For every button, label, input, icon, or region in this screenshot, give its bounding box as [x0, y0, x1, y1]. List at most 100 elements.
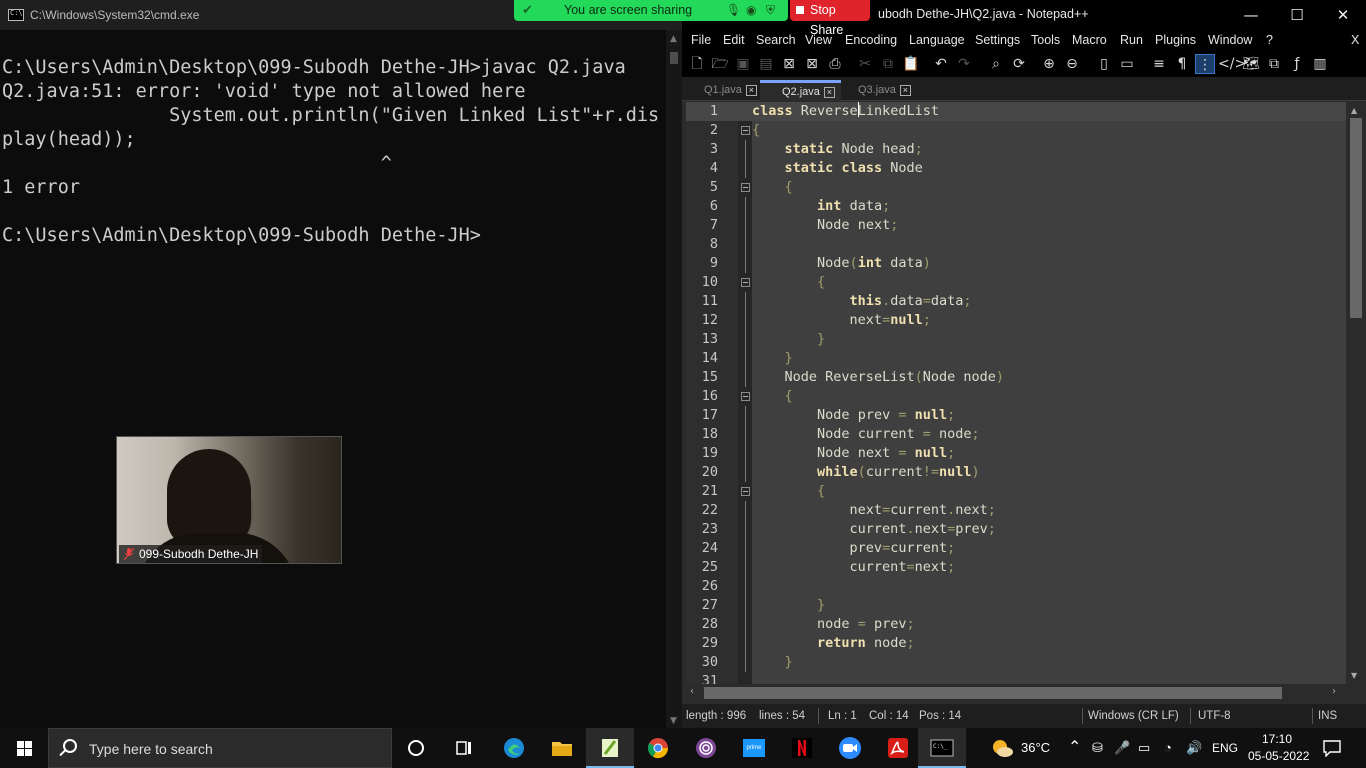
- weather-sun-icon[interactable]: [990, 737, 1014, 759]
- code-text[interactable]: Node next = null;: [752, 444, 955, 463]
- sync-vertical-icon[interactable]: ▯: [1094, 54, 1114, 74]
- taskbar-prime-video[interactable]: prime: [730, 728, 778, 768]
- code-line[interactable]: 24 prev=current;: [686, 539, 1346, 558]
- fold-marker[interactable]: [738, 349, 752, 368]
- code-text[interactable]: }: [752, 349, 793, 368]
- editor-vertical-scrollbar[interactable]: ▲ ▼: [1346, 102, 1366, 684]
- zoom-in-icon[interactable]: ⊕: [1039, 54, 1059, 74]
- code-line[interactable]: 12 next=null;: [686, 311, 1346, 330]
- fold-marker[interactable]: [738, 444, 752, 463]
- minimize-button[interactable]: —: [1228, 0, 1274, 31]
- fold-marker[interactable]: [738, 539, 752, 558]
- code-text[interactable]: prev=current;: [752, 539, 956, 558]
- code-line[interactable]: 6 int data;: [686, 197, 1346, 216]
- fold-marker[interactable]: [738, 178, 752, 197]
- close-file-icon[interactable]: ⊠: [779, 54, 799, 74]
- code-text[interactable]: this.data=data;: [752, 292, 972, 311]
- document-map-icon[interactable]: 🗺: [1241, 54, 1261, 74]
- mic-muted-icon[interactable]: 🎙: [726, 3, 741, 17]
- code-text[interactable]: return node;: [752, 634, 915, 653]
- code-text[interactable]: {: [752, 178, 793, 197]
- save-icon[interactable]: ▣: [733, 54, 753, 74]
- xml-tag-icon[interactable]: </>: [1218, 54, 1246, 74]
- print-icon[interactable]: ⎙: [825, 54, 845, 74]
- close-all-icon[interactable]: ⊠: [802, 54, 822, 74]
- code-text[interactable]: Node prev = null;: [752, 406, 955, 425]
- code-line[interactable]: 20 while(current!=null): [686, 463, 1346, 482]
- copy-icon[interactable]: ⧉: [878, 54, 898, 74]
- code-line[interactable]: 31: [686, 672, 1346, 684]
- fold-marker[interactable]: [738, 140, 752, 159]
- scroll-thumb[interactable]: [670, 52, 678, 64]
- zoom-out-icon[interactable]: ⊖: [1062, 54, 1082, 74]
- code-text[interactable]: int data;: [752, 197, 890, 216]
- weather-temperature[interactable]: 36°C: [1021, 740, 1050, 755]
- new-file-icon[interactable]: 🗋: [687, 54, 707, 74]
- fold-marker[interactable]: [738, 216, 752, 235]
- cmd-scrollbar[interactable]: ▲ ▼: [666, 30, 682, 728]
- taskbar-search-box[interactable]: Type here to search: [48, 728, 392, 768]
- taskbar-edge[interactable]: [490, 728, 538, 768]
- task-view-button[interactable]: [440, 728, 488, 768]
- taskbar-acrobat[interactable]: [874, 728, 922, 768]
- code-text[interactable]: {: [752, 273, 825, 292]
- code-text[interactable]: {: [752, 121, 760, 140]
- menu-settings[interactable]: Settings: [975, 33, 1020, 47]
- code-text[interactable]: next=null;: [752, 311, 931, 330]
- chevron-up-icon[interactable]: ⌃: [1068, 737, 1081, 757]
- code-line[interactable]: 2{: [686, 121, 1346, 140]
- menu-tools[interactable]: Tools: [1031, 33, 1060, 47]
- menu-run[interactable]: Run: [1120, 33, 1143, 47]
- fold-marker[interactable]: [738, 197, 752, 216]
- status-insert-mode[interactable]: INS: [1318, 710, 1337, 722]
- fold-marker[interactable]: [738, 558, 752, 577]
- code-line[interactable]: 29 return node;: [686, 634, 1346, 653]
- code-line[interactable]: 19 Node next = null;: [686, 444, 1346, 463]
- code-line[interactable]: 27 }: [686, 596, 1346, 615]
- fold-marker[interactable]: [738, 311, 752, 330]
- open-file-icon[interactable]: 🗁: [710, 54, 730, 74]
- show-all-chars-icon[interactable]: ¶: [1172, 54, 1192, 74]
- clock-date[interactable]: 05-05-2022: [1248, 749, 1309, 763]
- fold-marker[interactable]: [738, 102, 752, 121]
- code-line[interactable]: 16 {: [686, 387, 1346, 406]
- code-text[interactable]: next=current.next;: [752, 501, 996, 520]
- find-icon[interactable]: ⌕: [986, 54, 1006, 74]
- code-line[interactable]: 21 {: [686, 482, 1346, 501]
- code-line[interactable]: 4 static class Node: [686, 159, 1346, 178]
- code-text[interactable]: class ReverseLinkedList: [752, 102, 939, 121]
- taskbar-chrome[interactable]: [634, 728, 682, 768]
- taskbar-file-explorer[interactable]: [538, 728, 586, 768]
- sync-horizontal-icon[interactable]: ▭: [1117, 54, 1137, 74]
- editor-horizontal-scrollbar[interactable]: ‹ ›: [686, 684, 1346, 702]
- code-text[interactable]: Node ReverseList(Node node): [752, 368, 1005, 387]
- wifi-icon[interactable]: ◔: [1164, 740, 1172, 755]
- menu-plugins[interactable]: Plugins: [1155, 33, 1196, 47]
- clock-time[interactable]: 17:10: [1262, 732, 1292, 746]
- code-text[interactable]: {: [752, 387, 793, 406]
- scroll-up-arrow-icon[interactable]: ▲: [1351, 106, 1357, 115]
- code-text[interactable]: node = prev;: [752, 615, 915, 634]
- redo-icon[interactable]: ↷: [954, 54, 974, 74]
- cmd-window[interactable]: C:\Windows\System32\cmd.exe C:\Users\Adm…: [0, 0, 682, 728]
- code-text[interactable]: }: [752, 653, 793, 672]
- security-icon[interactable]: ⛨: [766, 3, 775, 18]
- network-drive-icon[interactable]: ⛁: [1092, 740, 1103, 756]
- code-text[interactable]: Node current = node;: [752, 425, 980, 444]
- video-tile[interactable]: 099-Subodh Dethe-JH: [116, 436, 342, 564]
- monitoring-icon[interactable]: ▥: [1310, 54, 1330, 74]
- code-line[interactable]: 14 }: [686, 349, 1346, 368]
- menu-search[interactable]: Search: [756, 33, 796, 47]
- maximize-button[interactable]: ☐: [1274, 0, 1320, 31]
- code-text[interactable]: Node next;: [752, 216, 898, 235]
- status-encoding[interactable]: UTF-8: [1198, 710, 1231, 722]
- fold-marker[interactable]: [738, 577, 752, 596]
- code-line[interactable]: 8: [686, 235, 1346, 254]
- taskbar-zoom[interactable]: [826, 728, 874, 768]
- indent-guide-icon[interactable]: ⋮: [1195, 54, 1215, 74]
- notifications-icon[interactable]: [1322, 739, 1342, 757]
- tab-q2[interactable]: Q2.java ×: [760, 80, 841, 101]
- fold-marker[interactable]: [738, 425, 752, 444]
- menu-edit[interactable]: Edit: [723, 33, 745, 47]
- scroll-right-arrow-icon[interactable]: ›: [1332, 686, 1336, 697]
